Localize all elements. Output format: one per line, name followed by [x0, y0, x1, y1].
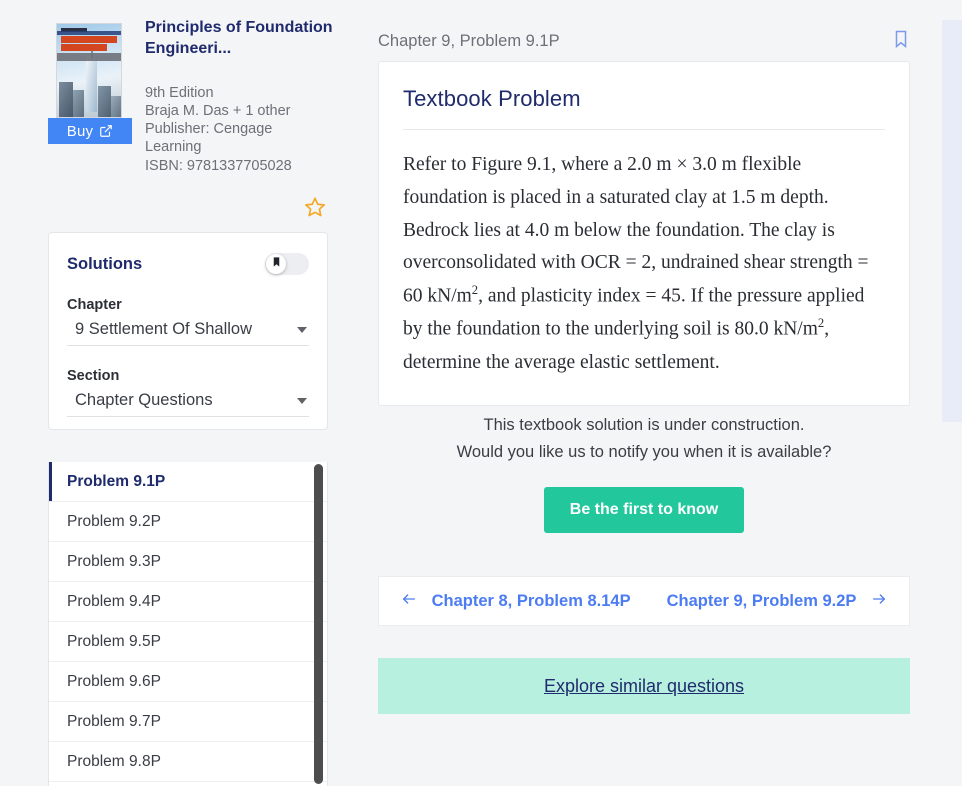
solutions-card: Solutions Chapter 9 Settlement Of Shallo…: [48, 232, 328, 430]
cover-building-c: [98, 86, 111, 117]
arrow-right-icon: [868, 591, 890, 612]
section-label: Section: [67, 368, 120, 384]
problem-list-scrollbar[interactable]: [314, 464, 323, 784]
problem-list-item-label: Problem 9.6P: [67, 672, 161, 690]
buy-button-label: Buy: [66, 122, 94, 140]
book-info-block: Buy Principles of Foundation Engineeri..…: [48, 18, 338, 218]
problem-list-item[interactable]: Problem 9.2P: [49, 502, 327, 542]
star-outline-icon[interactable]: [304, 196, 326, 223]
problem-list-item-label: Problem 9.1P: [67, 472, 166, 490]
explore-similar-link[interactable]: Explore similar questions: [544, 676, 744, 697]
problem-list-item-label: Problem 9.2P: [67, 512, 161, 530]
cover-building-d: [111, 96, 121, 117]
problem-statement: Refer to Figure 9.1, where a 2.0 m × 3.0…: [403, 149, 885, 379]
book-cover-image: [56, 23, 122, 118]
main-content: Chapter 9, Problem 9.1P Textbook Problem…: [348, 0, 942, 786]
chapter-select[interactable]: 9 Settlement Of Shallow: [67, 320, 309, 346]
problem-list-item-label: Problem 9.5P: [67, 632, 161, 650]
textbook-problem-card: Textbook Problem Refer to Figure 9.1, wh…: [378, 61, 910, 407]
right-side-panel: [942, 20, 962, 422]
problem-list-item[interactable]: Problem 9.4P: [49, 582, 327, 622]
problem-list-item[interactable]: Problem 9.3P: [49, 542, 327, 582]
cover-top-band: [57, 31, 121, 35]
under-construction-line-1: This textbook solution is under construc…: [483, 416, 805, 434]
book-title[interactable]: Principles of Foundation Engineeri...: [145, 18, 337, 60]
section-select-value: Chapter Questions: [75, 391, 213, 409]
explore-similar-bar[interactable]: Explore similar questions: [378, 658, 910, 714]
chapter-field: Chapter 9 Settlement Of Shallow: [67, 297, 309, 346]
cover-title-line2: [61, 36, 117, 43]
problem-list-item-label: Problem 9.4P: [67, 592, 161, 610]
bookmark-outline-icon[interactable]: [892, 28, 910, 55]
left-sidebar: Buy Principles of Foundation Engineeri..…: [0, 0, 348, 786]
book-publisher: Publisher: Cengage Learning: [145, 121, 273, 156]
problem-list-item-label: Problem 9.7P: [67, 712, 161, 730]
book-edition: 9th Edition: [145, 85, 214, 101]
next-problem-label: Chapter 9, Problem 9.2P: [666, 591, 857, 610]
app-root: Buy Principles of Foundation Engineeri..…: [0, 0, 962, 786]
problem-list-item-label: Problem 9.3P: [67, 552, 161, 570]
problem-list-item[interactable]: Problem 9.1P: [49, 462, 327, 502]
breadcrumb: Chapter 9, Problem 9.1P: [378, 32, 560, 50]
previous-problem-label: Chapter 8, Problem 8.14P: [431, 591, 631, 610]
book-metadata: 9th Edition Braja M. Das + 1 other Publi…: [145, 84, 310, 175]
bookmark-toggle[interactable]: [265, 253, 309, 275]
solutions-header: Solutions: [67, 253, 309, 275]
card-divider: [403, 129, 885, 130]
chapter-select-value: 9 Settlement Of Shallow: [75, 320, 253, 338]
problem-list-item[interactable]: Problem 9.7P: [49, 702, 327, 742]
section-select[interactable]: Chapter Questions: [67, 391, 309, 417]
breadcrumb-row: Chapter 9, Problem 9.1P: [378, 28, 910, 55]
section-field: Section Chapter Questions: [67, 368, 309, 417]
problem-list-item-label: Problem 9.8P: [67, 752, 161, 770]
problem-list[interactable]: Problem 9.1P Problem 9.2P Problem 9.3P Prob…: [48, 462, 328, 786]
cover-building-a: [59, 82, 73, 117]
previous-problem-link[interactable]: Chapter 8, Problem 8.14P: [398, 591, 631, 612]
next-problem-link[interactable]: Chapter 9, Problem 9.2P: [667, 591, 891, 612]
under-construction-line-2: Would you like us to notify you when it …: [456, 442, 832, 461]
problem-list-item[interactable]: Problem 9.5P: [49, 622, 327, 662]
problem-list-item[interactable]: Problem 9.8P: [49, 742, 327, 782]
chapter-label: Chapter: [67, 297, 122, 313]
arrow-left-icon: [398, 591, 420, 612]
bookmark-icon: [271, 255, 282, 274]
problem-navigation-bar: Chapter 8, Problem 8.14P Chapter 9, Prob…: [378, 576, 910, 626]
cover-building-b: [73, 90, 84, 117]
chevron-down-icon: [297, 398, 307, 404]
cover-title-line3: [61, 44, 107, 51]
chevron-down-icon: [297, 327, 307, 333]
external-link-icon: [99, 124, 113, 138]
book-isbn: ISBN: 9781337705028: [145, 157, 292, 174]
under-construction-block: This textbook solution is under construc…: [378, 412, 910, 534]
cover-author-band: [57, 53, 121, 61]
cover-tower: [86, 56, 97, 112]
book-authors: Braja M. Das + 1 other: [145, 103, 291, 120]
notify-me-button[interactable]: Be the first to know: [543, 487, 745, 534]
problem-list-item[interactable]: Problem 9.6P: [49, 662, 327, 702]
book-cover: [56, 23, 122, 118]
buy-button[interactable]: Buy: [48, 118, 132, 144]
bookmark-toggle-knob: [266, 254, 286, 274]
solutions-title: Solutions: [67, 254, 143, 273]
card-title: Textbook Problem: [403, 86, 581, 111]
